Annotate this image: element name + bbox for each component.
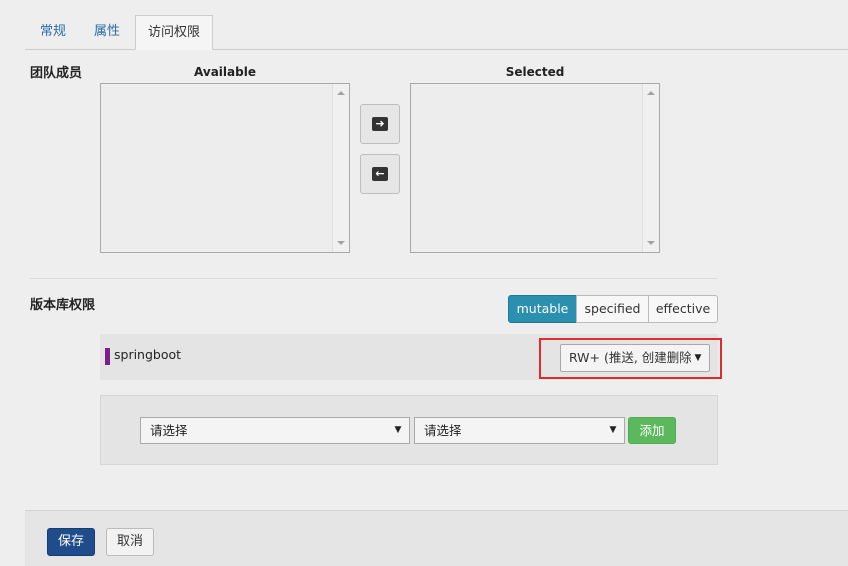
available-scrollbar[interactable] bbox=[332, 84, 349, 252]
mode-effective-button[interactable]: effective bbox=[648, 295, 718, 323]
tab-general[interactable]: 常规 bbox=[28, 15, 78, 50]
arrow-left-icon: ← bbox=[372, 167, 388, 181]
add-button[interactable]: 添加 bbox=[628, 417, 676, 444]
permission-level-select-value: 请选择 bbox=[424, 423, 462, 438]
tab-properties[interactable]: 属性 bbox=[82, 15, 132, 50]
available-list[interactable] bbox=[100, 83, 350, 253]
section-divider bbox=[30, 278, 718, 279]
scroll-up-icon[interactable] bbox=[647, 91, 655, 95]
repo-name: springboot bbox=[114, 347, 182, 362]
highlight-box bbox=[539, 338, 722, 379]
repo-select[interactable]: 请选择 ▼ bbox=[140, 417, 410, 444]
repo-permissions-label: 版本库权限 bbox=[30, 298, 96, 313]
move-right-button[interactable]: ➜ bbox=[360, 104, 400, 144]
scroll-down-icon[interactable] bbox=[647, 241, 655, 245]
available-heading: Available bbox=[194, 65, 256, 79]
mode-mutable-button[interactable]: mutable bbox=[508, 295, 577, 323]
caret-down-icon: ▼ bbox=[391, 418, 405, 443]
scroll-up-icon[interactable] bbox=[337, 91, 345, 95]
selected-scrollbar[interactable] bbox=[642, 84, 659, 252]
tab-access[interactable]: 访问权限 bbox=[135, 15, 214, 50]
repo-select-value: 请选择 bbox=[150, 423, 188, 438]
arrow-right-icon: ➜ bbox=[372, 117, 388, 131]
cancel-button[interactable]: 取消 bbox=[106, 528, 154, 556]
scroll-down-icon[interactable] bbox=[337, 241, 345, 245]
save-button[interactable]: 保存 bbox=[47, 528, 95, 556]
caret-down-icon: ▼ bbox=[606, 418, 620, 443]
permission-level-select[interactable]: 请选择 ▼ bbox=[414, 417, 625, 444]
selected-list[interactable] bbox=[410, 83, 660, 253]
repo-color-marker bbox=[105, 348, 110, 365]
move-left-button[interactable]: ← bbox=[360, 154, 400, 194]
team-members-label: 团队成员 bbox=[30, 66, 83, 81]
mode-specified-button[interactable]: specified bbox=[576, 295, 649, 323]
selected-heading: Selected bbox=[505, 65, 565, 79]
